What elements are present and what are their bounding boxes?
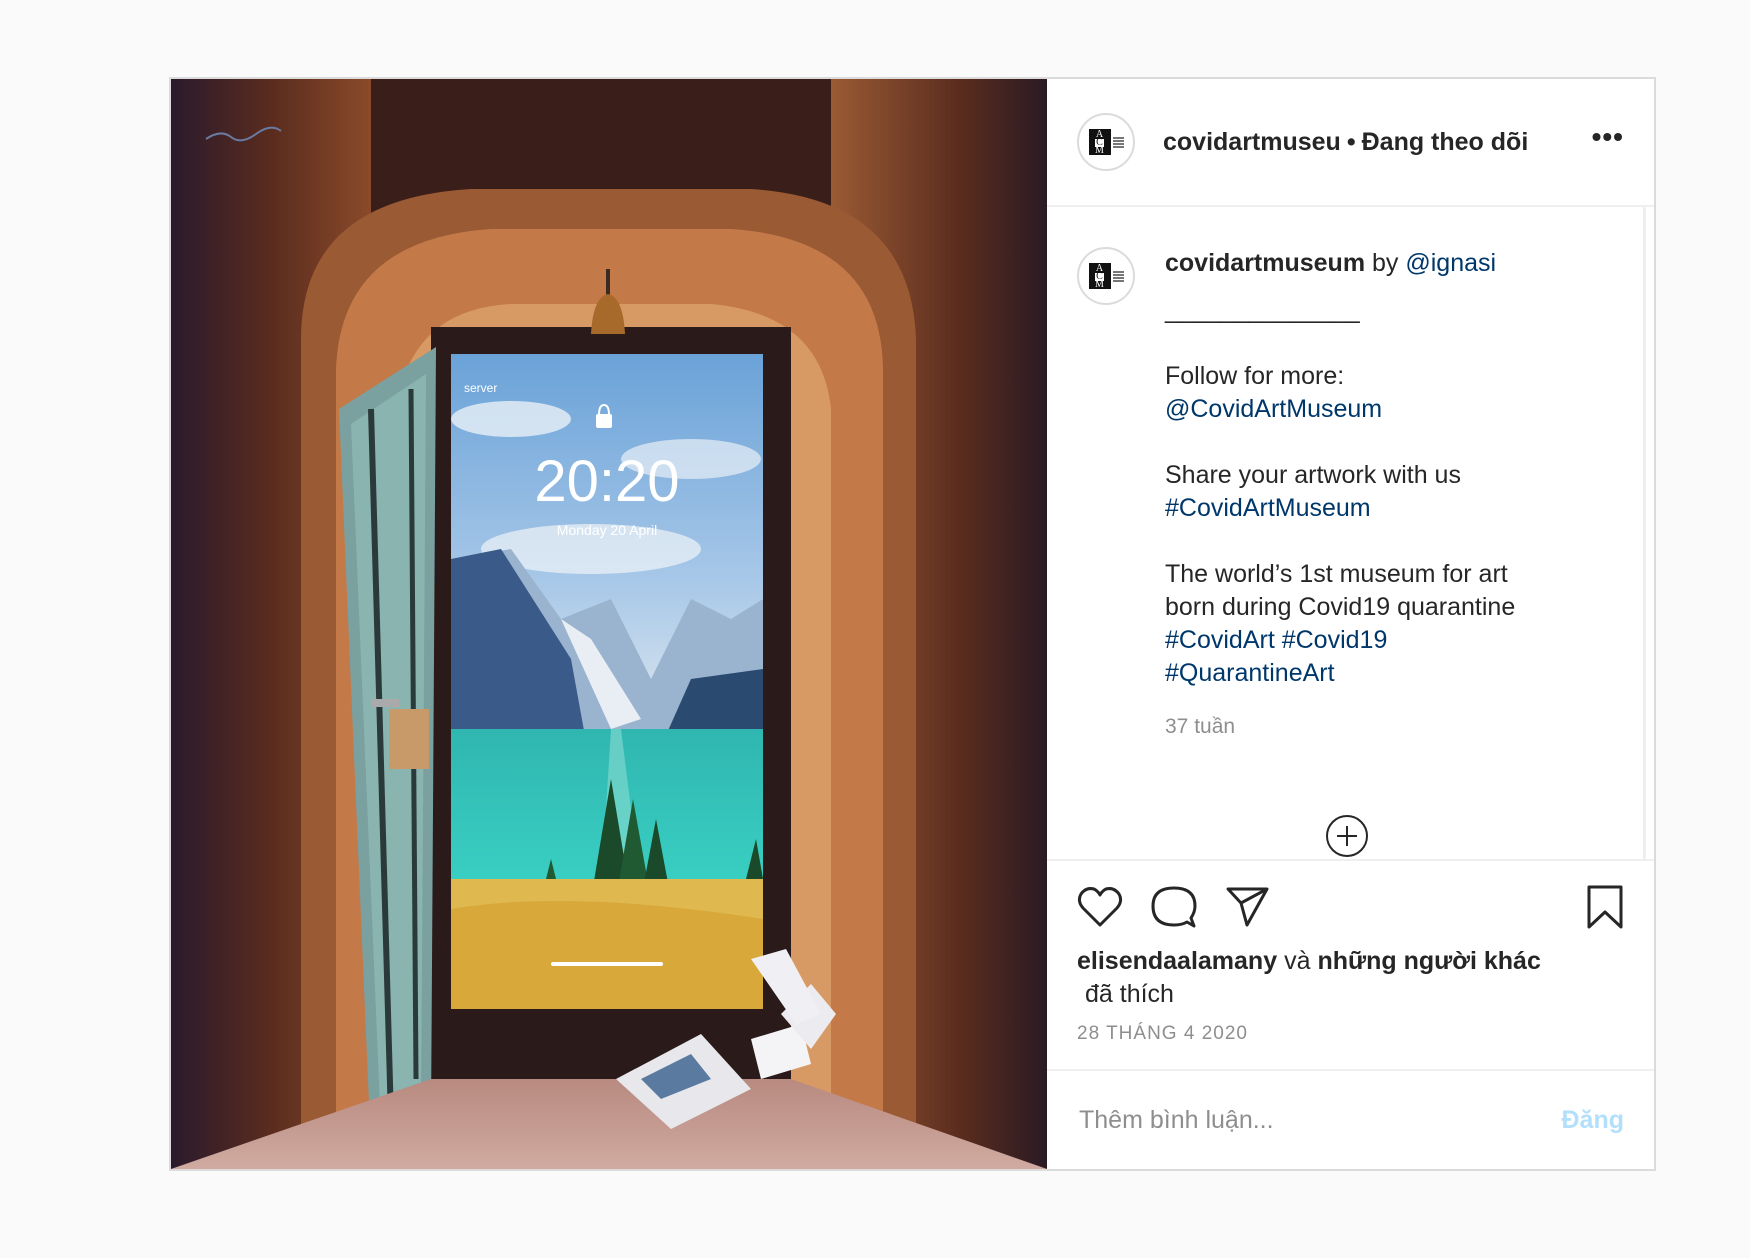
post-comment-button[interactable]: Đăng — [1562, 1106, 1625, 1135]
action-icons — [1077, 883, 1624, 931]
follow-status-button[interactable]: Đang theo dõi — [1362, 128, 1529, 157]
museum-logo-icon: ACM — [1088, 129, 1124, 155]
likes-suffix: đã thích — [1085, 980, 1174, 1008]
follow-text: Follow for more: — [1165, 362, 1345, 390]
about-line-2: born during Covid19 quarantine — [1165, 593, 1516, 621]
likes-summary: elisendaalamany và những người khác đã t… — [1077, 945, 1624, 1011]
bookmark-icon[interactable] — [1586, 884, 1624, 930]
caption-text: covidartmuseum by @ignasi ______________… — [1165, 247, 1515, 743]
likes-connector: và — [1284, 947, 1311, 975]
hashtag-quarantineart-link[interactable]: #QuarantineArt — [1165, 657, 1515, 690]
liker-username-link[interactable]: elisendaalamany — [1077, 947, 1277, 975]
follow-handle-link[interactable]: @CovidArtMuseum — [1165, 393, 1515, 426]
comment-input[interactable] — [1077, 1104, 1562, 1136]
post-dialog: server 20:20 Monday 20 April A C M covid… — [169, 77, 1656, 1171]
header-username[interactable]: covidartmuseu — [1163, 128, 1341, 157]
share-hashtag-link[interactable]: #CovidArtMuseum — [1165, 492, 1515, 525]
hashtag-covidart-link[interactable]: #CovidArt — [1165, 626, 1275, 654]
comment-icon[interactable] — [1151, 884, 1197, 930]
credit-mention-link[interactable]: @ignasi — [1405, 249, 1496, 277]
avatar[interactable]: ACM — [1077, 113, 1135, 171]
caption-by: by — [1372, 249, 1399, 277]
caption-area: ACM covidartmuseum by @ignasi __________… — [1047, 207, 1646, 859]
about-line-1: The world’s 1st museum for art — [1165, 560, 1508, 588]
header-separator: • — [1346, 127, 1356, 156]
load-more-comments-icon[interactable] — [1326, 815, 1368, 857]
more-options-icon[interactable]: ••• — [1592, 123, 1624, 161]
post-header: ACM covidartmuseu • Đang theo dõi ••• — [1047, 79, 1654, 207]
share-text: Share your artwork with us — [1165, 461, 1461, 489]
phone-date: Monday 20 April — [557, 522, 657, 538]
actions-section: elisendaalamany và những người khác đã t… — [1047, 859, 1654, 1069]
post-image[interactable]: server 20:20 Monday 20 April — [171, 79, 1047, 1169]
share-icon[interactable] — [1225, 886, 1269, 928]
caption-row: ACM covidartmuseum by @ignasi __________… — [1077, 247, 1613, 743]
phone-time: 20:20 — [534, 449, 679, 514]
heart-icon[interactable] — [1077, 886, 1123, 928]
artwork-painting: server 20:20 Monday 20 April — [171, 79, 1047, 1169]
post-date[interactable]: 28 THÁNG 4 2020 — [1077, 1023, 1624, 1045]
likes-others-link[interactable]: những người khác — [1317, 947, 1540, 975]
caption-time-ago[interactable]: 37 tuần — [1165, 710, 1515, 743]
comment-section: Đăng — [1047, 1069, 1654, 1169]
hashtag-covid19-link[interactable]: #Covid19 — [1282, 626, 1388, 654]
post-sidebar: ACM covidartmuseu • Đang theo dõi ••• AC… — [1047, 79, 1654, 1169]
caption-avatar[interactable]: ACM — [1077, 247, 1135, 305]
museum-logo-icon: ACM — [1088, 263, 1124, 289]
caption-divider: ______________ — [1165, 296, 1360, 324]
phone-carrier: server — [464, 381, 497, 395]
header-username-line: covidartmuseu • Đang theo dõi — [1163, 128, 1528, 157]
caption-username[interactable]: covidartmuseum — [1165, 249, 1365, 277]
